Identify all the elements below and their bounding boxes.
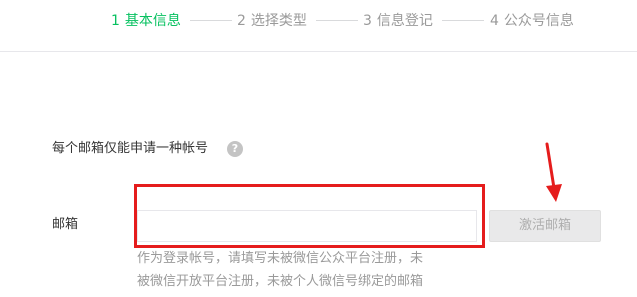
- step-separator: [316, 20, 358, 21]
- step-separator: [190, 20, 232, 21]
- activate-email-button[interactable]: 激活邮箱: [489, 210, 601, 242]
- email-hint-line-1: 作为登录帐号，请填写未被微信公众平台注册，未: [137, 251, 424, 266]
- step-number: 3: [363, 13, 372, 29]
- step-navigation: 1 基本信息 2 选择类型 3 信息登记 4 公众号信息: [0, 0, 637, 52]
- step-select-type: 2 选择类型: [237, 12, 307, 30]
- step-number: 4: [490, 13, 499, 29]
- email-hint: 作为登录帐号，请填写未被微信公众平台注册，未 被微信开放平台注册，未被个人微信号…: [137, 247, 467, 293]
- email-input[interactable]: [137, 210, 477, 242]
- step-label: 公众号信息: [503, 13, 574, 29]
- step-number: 2: [237, 13, 246, 29]
- step-account-info: 4 公众号信息: [490, 12, 574, 30]
- email-hint-line-2: 被微信开放平台注册，未被个人微信号绑定的邮箱: [137, 274, 424, 289]
- step-label: 信息登记: [376, 13, 433, 29]
- question-circle-icon[interactable]: ?: [227, 141, 243, 157]
- step-label: 基本信息: [124, 13, 181, 29]
- one-account-per-email-note: 每个邮箱仅能申请一种帐号: [52, 141, 209, 156]
- step-registration: 3 信息登记: [363, 12, 433, 30]
- red-arrow-down-icon: [545, 142, 562, 202]
- step-basic-info: 1 基本信息: [111, 12, 181, 30]
- step-number: 1: [111, 13, 120, 29]
- step-label: 选择类型: [250, 13, 307, 29]
- email-label: 邮箱: [52, 217, 79, 232]
- step-separator: [442, 20, 484, 21]
